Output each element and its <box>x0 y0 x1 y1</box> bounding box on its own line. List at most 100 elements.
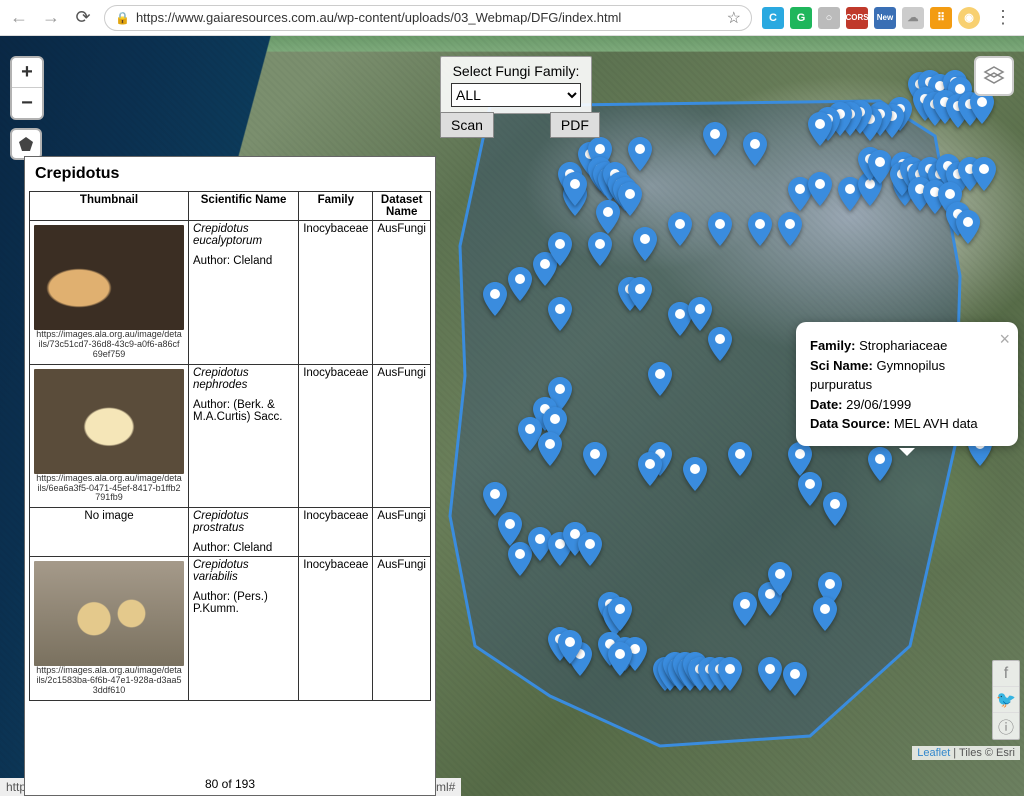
map-marker[interactable] <box>618 182 642 216</box>
map-marker[interactable] <box>588 232 612 266</box>
map-marker[interactable] <box>683 457 707 491</box>
map-marker[interactable] <box>808 112 832 146</box>
scientific-name: Crepidotus nephrodes <box>193 367 294 391</box>
thumbnail-cell: https://images.ala.org.au/image/details/… <box>30 221 189 365</box>
map-marker[interactable] <box>728 442 752 476</box>
zoom-in-button[interactable]: + <box>12 58 42 88</box>
map-marker[interactable] <box>608 642 632 676</box>
sci-cell: Crepidotus variabilisAuthor: (Pers.) P.K… <box>189 557 299 701</box>
map-marker[interactable] <box>733 592 757 626</box>
map-marker[interactable] <box>768 562 792 596</box>
thumbnail-image[interactable] <box>34 225 184 330</box>
map-marker[interactable] <box>808 172 832 206</box>
ext-icon[interactable]: C <box>762 7 784 29</box>
popup-date-value: 29/06/1999 <box>846 397 911 412</box>
zoom-control: + − <box>10 56 44 120</box>
lock-icon: 🔒 <box>115 11 130 25</box>
popup-family-value: Strophariaceae <box>859 338 947 353</box>
family-select[interactable]: ALL <box>451 83 581 107</box>
map-marker[interactable] <box>638 452 662 486</box>
map-marker[interactable] <box>558 630 582 664</box>
map-marker[interactable] <box>783 662 807 696</box>
author-text: Author: (Pers.) P.Kumm. <box>193 591 294 615</box>
close-icon[interactable]: × <box>999 326 1010 353</box>
thumbnail-image[interactable] <box>34 561 184 666</box>
map-marker[interactable] <box>628 137 652 171</box>
map-marker[interactable] <box>538 432 562 466</box>
map-marker[interactable] <box>972 157 996 191</box>
map-marker[interactable] <box>633 227 657 261</box>
map-marker[interactable] <box>868 447 892 481</box>
map-marker[interactable] <box>548 297 572 331</box>
table-row[interactable]: https://images.ala.org.au/image/details/… <box>30 221 431 365</box>
dataset-cell: AusFungi <box>373 221 431 365</box>
reload-button[interactable]: ⟳ <box>72 7 94 29</box>
map-marker[interactable] <box>578 532 602 566</box>
popup-family-label: Family: <box>810 338 856 353</box>
map-marker[interactable] <box>596 200 620 234</box>
map-marker[interactable] <box>743 132 767 166</box>
map-marker[interactable] <box>778 212 802 246</box>
ext-icon[interactable]: ⠿ <box>930 7 952 29</box>
map-marker[interactable] <box>583 442 607 476</box>
map-marker[interactable] <box>718 657 742 691</box>
map-marker[interactable] <box>668 212 692 246</box>
map-marker[interactable] <box>628 277 652 311</box>
back-button[interactable]: ← <box>8 7 30 29</box>
map-marker[interactable] <box>798 472 822 506</box>
pdf-button[interactable]: PDF <box>550 112 600 138</box>
bookmark-star-icon[interactable]: ☆ <box>727 8 741 28</box>
table-row[interactable]: https://images.ala.org.au/image/details/… <box>30 364 431 508</box>
browser-menu-button[interactable]: ⋮ <box>990 7 1016 28</box>
scan-button[interactable]: Scan <box>440 112 494 138</box>
polygon-icon <box>18 136 34 152</box>
map-marker[interactable] <box>508 267 532 301</box>
facebook-icon[interactable]: f <box>993 661 1019 687</box>
popup-date-label: Date: <box>810 397 843 412</box>
zoom-out-button[interactable]: − <box>12 88 42 118</box>
thumbnail-image[interactable] <box>34 369 184 474</box>
map-marker[interactable] <box>498 512 522 546</box>
table-row[interactable]: No imageCrepidotus prostratusAuthor: Cle… <box>30 508 431 557</box>
social-control: f 🐦 ⓘ <box>992 660 1020 740</box>
forward-button[interactable]: → <box>40 7 62 29</box>
author-text: Author: Cleland <box>193 255 294 267</box>
map-marker[interactable] <box>648 362 672 396</box>
info-icon[interactable]: ⓘ <box>993 713 1019 739</box>
ext-icon[interactable]: G <box>790 7 812 29</box>
map-marker[interactable] <box>813 597 837 631</box>
map-marker[interactable] <box>563 172 587 206</box>
leaflet-link[interactable]: Leaflet <box>917 747 950 759</box>
map-marker[interactable] <box>823 492 847 526</box>
twitter-icon[interactable]: 🐦 <box>993 687 1019 713</box>
address-bar[interactable]: 🔒 https://www.gaiaresources.com.au/wp-co… <box>104 5 752 31</box>
map-marker[interactable] <box>708 327 732 361</box>
layers-control[interactable] <box>974 56 1014 96</box>
thumbnail-url: https://images.ala.org.au/image/details/… <box>34 666 184 698</box>
extension-icons: C G ○ CORS New ☁ ⠿ ◉ <box>762 7 980 29</box>
ext-icon[interactable]: New <box>874 7 896 29</box>
table-row[interactable]: https://images.ala.org.au/image/details/… <box>30 557 431 701</box>
map-marker[interactable] <box>483 482 507 516</box>
map-marker[interactable] <box>956 210 980 244</box>
panel-title: Crepidotus <box>25 157 435 191</box>
map-marker[interactable] <box>548 232 572 266</box>
layers-icon <box>983 65 1005 87</box>
ext-icon[interactable]: ○ <box>818 7 840 29</box>
map-marker[interactable] <box>708 212 732 246</box>
results-table: Thumbnail Scientific Name Family Dataset… <box>29 191 431 701</box>
map-marker[interactable] <box>688 297 712 331</box>
sci-cell: Crepidotus eucalyptorumAuthor: Cleland <box>189 221 299 365</box>
ext-icon[interactable]: ◉ <box>958 7 980 29</box>
map-marker[interactable] <box>748 212 772 246</box>
map-marker[interactable] <box>483 282 507 316</box>
ext-icon[interactable]: ☁ <box>902 7 924 29</box>
map-marker[interactable] <box>608 597 632 631</box>
map-marker[interactable] <box>868 150 892 184</box>
map-marker[interactable] <box>788 442 812 476</box>
map-marker[interactable] <box>758 657 782 691</box>
thumbnail-url: https://images.ala.org.au/image/details/… <box>34 474 184 506</box>
map-marker[interactable] <box>703 122 727 156</box>
thumbnail-cell: https://images.ala.org.au/image/details/… <box>30 364 189 508</box>
ext-icon[interactable]: CORS <box>846 7 868 29</box>
